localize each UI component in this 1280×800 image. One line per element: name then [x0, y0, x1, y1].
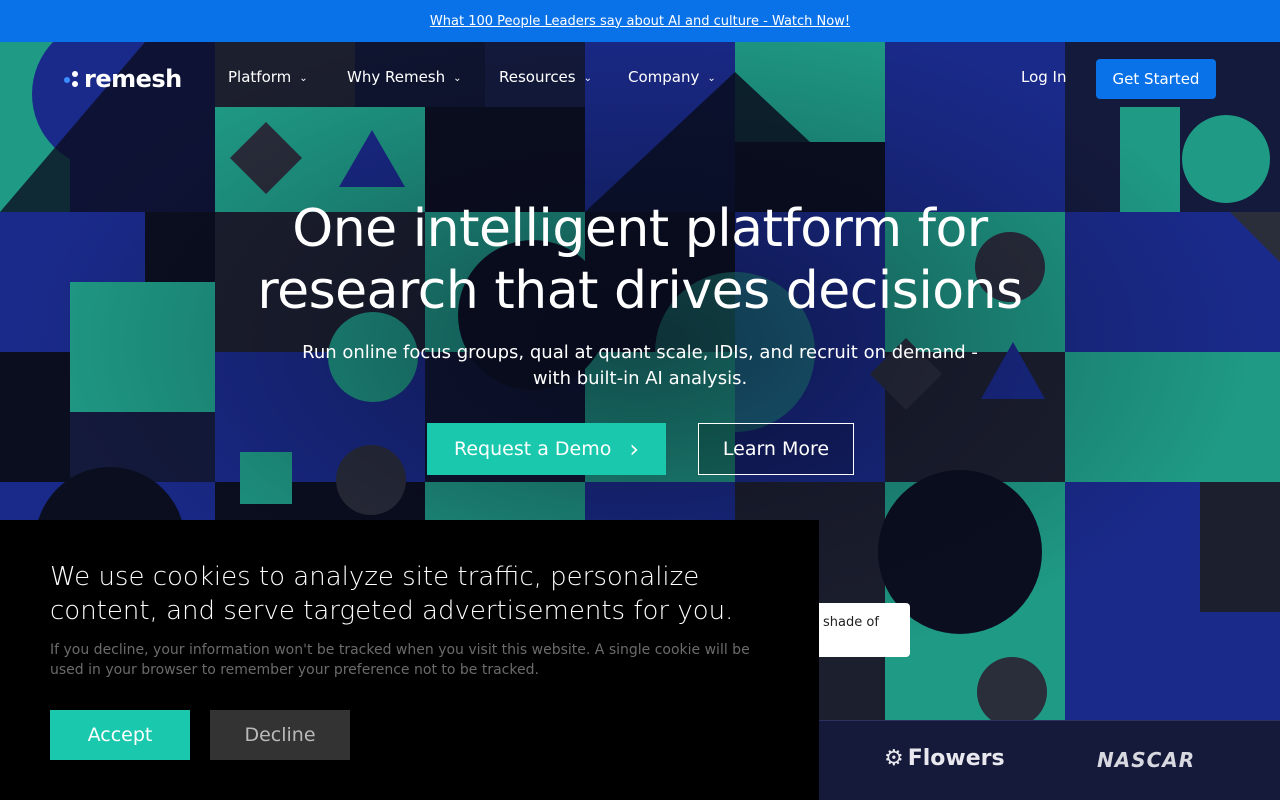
nav-item-company[interactable]: Company ⌄: [628, 68, 716, 86]
chevron-down-icon: ⌄: [707, 72, 716, 84]
login-link[interactable]: Log In: [1021, 68, 1067, 86]
subline-line-1: Run online focus groups, qual at quant s…: [302, 342, 978, 363]
headline-line-1: One intelligent platform for: [292, 199, 988, 259]
nav-item-platform[interactable]: Platform ⌄: [228, 68, 308, 86]
headline-line-2: research that drives decisions: [257, 261, 1023, 321]
cookie-description: If you decline, your information won't b…: [50, 642, 750, 678]
nav-item-resources[interactable]: Resources ⌄: [499, 68, 592, 86]
chevron-down-icon: ⌄: [299, 72, 308, 84]
logo-text: remesh: [84, 65, 182, 93]
nav-item-label: Platform: [228, 68, 292, 86]
chevron-down-icon: ⌄: [583, 72, 592, 84]
nav-item-why-remesh[interactable]: Why Remesh ⌄: [347, 68, 462, 86]
cookie-banner: We use cookies to analyze site traffic, …: [0, 520, 819, 800]
get-started-button[interactable]: Get Started: [1096, 59, 1216, 99]
request-demo-label: Request a Demo: [454, 438, 612, 460]
subline-line-2: with built-in AI analysis.: [532, 368, 748, 389]
chevron-right-icon: ›: [629, 435, 639, 463]
nav-item-label: Why Remesh: [347, 68, 446, 86]
announcement-link[interactable]: What 100 People Leaders say about AI and…: [430, 14, 850, 29]
flowers-logo: ⚙ Flowers: [884, 746, 1005, 771]
flowers-logo-text: Flowers: [907, 746, 1005, 771]
nav-item-label: Company: [628, 68, 700, 86]
request-demo-button[interactable]: Request a Demo ›: [427, 423, 666, 475]
nav-item-label: Resources: [499, 68, 576, 86]
cookie-title: We use cookies to analyze site traffic, …: [50, 562, 734, 626]
hero-headline: One intelligent platform for research th…: [0, 198, 1280, 322]
tooltip-text: shade of: [823, 615, 879, 630]
main-navigation: remesh Platform ⌄ Why Remesh ⌄ Resources…: [0, 42, 1280, 116]
chevron-down-icon: ⌄: [453, 72, 462, 84]
announcement-bar: What 100 People Leaders say about AI and…: [0, 0, 1280, 42]
hero-subheadline: Run online focus groups, qual at quant s…: [290, 340, 990, 392]
decline-cookies-button[interactable]: Decline: [210, 710, 350, 760]
remesh-logo[interactable]: remesh: [64, 64, 182, 94]
logo-dots-icon: [64, 71, 80, 87]
flower-gear-icon: ⚙: [884, 746, 904, 771]
learn-more-button[interactable]: Learn More: [698, 423, 854, 475]
nascar-logo: NASCAR: [1097, 748, 1196, 772]
accept-cookies-button[interactable]: Accept: [50, 710, 190, 760]
